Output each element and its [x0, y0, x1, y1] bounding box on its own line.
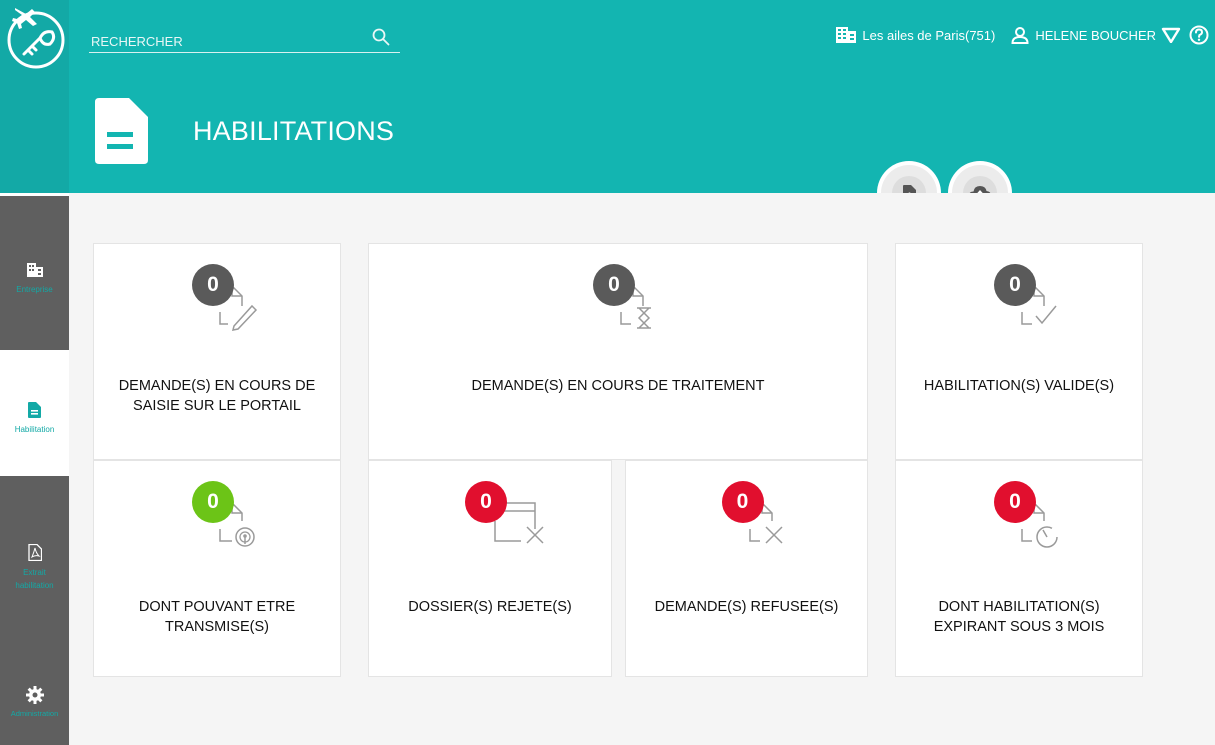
dashboard-area: 0 DEMANDE(S) EN COURS DE SAISIE SUR LE P… — [69, 193, 1215, 745]
card-label: DONT HABILITATION(S) EXPIRANT SOUS 3 MOI… — [933, 599, 1105, 635]
card-icon: 0 — [994, 264, 1074, 344]
count-badge: 0 — [994, 481, 1036, 523]
card-icon: 0 — [465, 481, 545, 561]
header: Les ailes de Paris(751) HELENE BOUCHER H… — [69, 0, 1215, 193]
sidebar-item-habilitation[interactable]: Habilitation — [0, 350, 69, 476]
chevron-down-icon[interactable] — [1161, 27, 1181, 43]
card-icon: 0 — [192, 481, 272, 561]
sidebar-item-label: Habilitation — [14, 425, 55, 434]
sidebar-item-label: Entreprise — [16, 285, 53, 294]
page-heading: HABILITATIONS — [93, 96, 394, 166]
search-bar — [89, 28, 400, 53]
card-label: DONT POUVANT ETRE TRANSMISE(S) — [138, 599, 296, 635]
document-icon — [95, 98, 148, 164]
pdf-icon — [27, 544, 42, 561]
card-icon: 0 — [994, 481, 1074, 561]
card-dossiers-rejetes[interactable]: 0 DOSSIER(S) REJETE(S) — [368, 460, 612, 677]
sidebar-item-administration[interactable]: Administration — [0, 650, 69, 745]
logo-plane-key-icon — [7, 8, 65, 69]
gear-icon — [25, 686, 44, 704]
company-selector[interactable]: Les ailes de Paris(751) — [836, 27, 995, 43]
count-badge: 0 — [192, 264, 234, 306]
search-input[interactable] — [89, 30, 363, 52]
card-label: DEMANDE(S) EN COURS DE TRAITEMENT — [471, 378, 765, 394]
user-icon — [1011, 26, 1029, 44]
card-icon: 0 — [192, 264, 272, 344]
card-icon: 0 — [721, 481, 802, 561]
card-label: DEMANDE(S) REFUSEE(S) — [654, 599, 839, 615]
user-menu[interactable]: HELENE BOUCHER — [1011, 26, 1181, 44]
count-badge: 0 — [465, 481, 507, 523]
card-demandes-en-cours-traitement[interactable]: 0 DEMANDE(S) EN COURS DE TRAITEMENT — [368, 243, 868, 460]
card-label: DEMANDE(S) EN COURS DE SAISIE SUR LE POR… — [118, 378, 316, 414]
sidebar-item-label: Administration — [10, 709, 59, 718]
company-name: Les ailes de Paris(751) — [862, 27, 996, 43]
app-logo[interactable] — [0, 0, 69, 193]
card-demandes-en-cours-saisie[interactable]: 0 DEMANDE(S) EN COURS DE SAISIE SUR LE P… — [93, 243, 341, 460]
building-icon — [26, 263, 43, 277]
document-icon — [28, 402, 41, 418]
card-expirant-sous-3-mois[interactable]: 0 DONT HABILITATION(S) EXPIRANT SOUS 3 M… — [895, 460, 1143, 677]
search-icon[interactable] — [372, 28, 390, 46]
header-toolbar: Les ailes de Paris(751) HELENE BOUCHER — [836, 24, 1209, 46]
building-icon — [836, 27, 857, 43]
card-demandes-refusees[interactable]: 0 DEMANDE(S) REFUSEE(S) — [625, 460, 868, 677]
help-icon[interactable] — [1189, 25, 1209, 45]
card-icon: 0 — [593, 264, 673, 344]
card-label: DOSSIER(S) REJETE(S) — [408, 599, 572, 615]
count-badge: 0 — [192, 481, 234, 523]
card-habilitations-valides[interactable]: 0 HABILITATION(S) VALIDE(S) — [895, 243, 1143, 460]
sidebar-item-extrait-habilitation[interactable]: Extrait habilitation — [0, 476, 69, 650]
count-badge: 0 — [994, 264, 1036, 306]
sidebar-item-label: Extrait habilitation — [15, 568, 54, 590]
sidebar: Entreprise Habilitation Extrait habilita… — [0, 0, 69, 745]
count-badge: 0 — [593, 264, 635, 306]
card-label: HABILITATION(S) VALIDE(S) — [923, 378, 1115, 394]
user-name: HELENE BOUCHER — [1035, 27, 1156, 43]
page-title: HABILITATIONS — [193, 115, 395, 146]
sidebar-item-entreprise[interactable]: Entreprise — [0, 196, 69, 350]
card-pouvant-etre-transmises[interactable]: 0 DONT POUVANT ETRE TRANSMISE(S) — [93, 460, 341, 677]
count-badge: 0 — [721, 481, 764, 523]
